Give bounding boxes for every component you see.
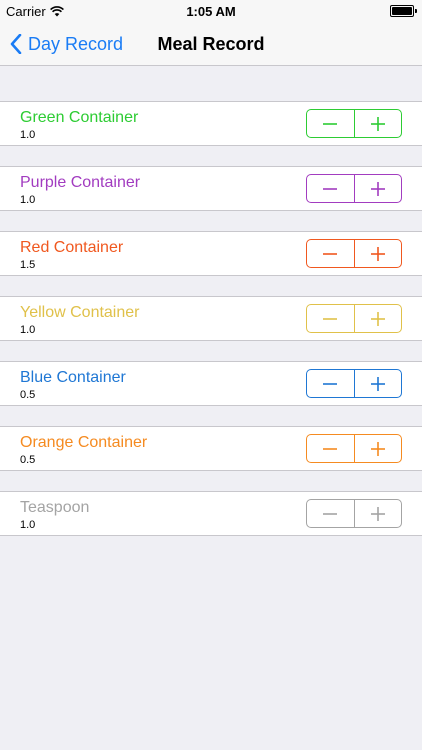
item-name: Teaspoon (20, 499, 90, 516)
quantity-stepper[interactable] (306, 174, 402, 203)
item-name: Purple Container (20, 174, 141, 191)
minus-icon (323, 317, 338, 320)
increment-button[interactable] (353, 175, 402, 202)
minus-icon (323, 447, 338, 450)
list-item: Red Container 1.5 (0, 231, 422, 276)
quantity-stepper[interactable] (306, 499, 402, 528)
quantity-stepper[interactable] (306, 369, 402, 398)
list-item: Orange Container 0.5 (0, 426, 422, 471)
plus-icon (370, 246, 385, 261)
minus-icon (323, 187, 338, 190)
quantity-stepper[interactable] (306, 109, 402, 138)
item-value: 1.0 (20, 129, 36, 141)
item-name: Green Container (20, 109, 139, 126)
item-value: 0.5 (20, 454, 36, 466)
quantity-stepper[interactable] (306, 434, 402, 463)
plus-icon (370, 116, 385, 131)
increment-button[interactable] (353, 305, 402, 332)
item-name: Red Container (20, 239, 124, 256)
item-name: Blue Container (20, 369, 126, 386)
increment-button[interactable] (353, 240, 402, 267)
item-name: Yellow Container (20, 304, 140, 321)
minus-icon (323, 382, 338, 385)
decrement-button[interactable] (307, 435, 354, 462)
increment-button[interactable] (353, 435, 402, 462)
list-item: Blue Container 0.5 (0, 361, 422, 406)
plus-icon (370, 181, 385, 196)
increment-button[interactable] (353, 110, 402, 137)
list-item: Yellow Container 1.0 (0, 296, 422, 341)
decrement-button[interactable] (307, 500, 354, 527)
decrement-button[interactable] (307, 175, 354, 202)
decrement-button[interactable] (307, 305, 354, 332)
quantity-stepper[interactable] (306, 239, 402, 268)
status-time: 1:05 AM (186, 4, 236, 19)
minus-icon (323, 252, 338, 255)
plus-icon (370, 506, 385, 521)
item-value: 1.0 (20, 519, 36, 531)
item-name: Orange Container (20, 434, 148, 451)
status-bar: Carrier 1:05 AM (0, 0, 422, 22)
list-item: Green Container 1.0 (0, 101, 422, 146)
plus-icon (370, 311, 385, 326)
minus-icon (323, 122, 338, 125)
navigation-bar: Day Record Meal Record (0, 22, 422, 66)
minus-icon (323, 512, 338, 515)
decrement-button[interactable] (307, 370, 354, 397)
list-item: Teaspoon 1.0 (0, 491, 422, 536)
list-item: Purple Container 1.0 (0, 166, 422, 211)
chevron-left-icon (10, 34, 22, 54)
decrement-button[interactable] (307, 110, 354, 137)
item-value: 0.5 (20, 389, 36, 401)
battery-icon (390, 5, 417, 17)
item-value: 1.0 (20, 194, 36, 206)
item-value: 1.5 (20, 259, 36, 271)
increment-button[interactable] (353, 370, 402, 397)
item-value: 1.0 (20, 324, 36, 336)
back-button[interactable]: Day Record (10, 22, 123, 66)
increment-button[interactable] (353, 500, 402, 527)
container-list: Green Container 1.0 Purple Container 1.0… (0, 101, 422, 556)
quantity-stepper[interactable] (306, 304, 402, 333)
back-label: Day Record (28, 33, 124, 54)
plus-icon (370, 441, 385, 456)
plus-icon (370, 376, 385, 391)
decrement-button[interactable] (307, 240, 354, 267)
